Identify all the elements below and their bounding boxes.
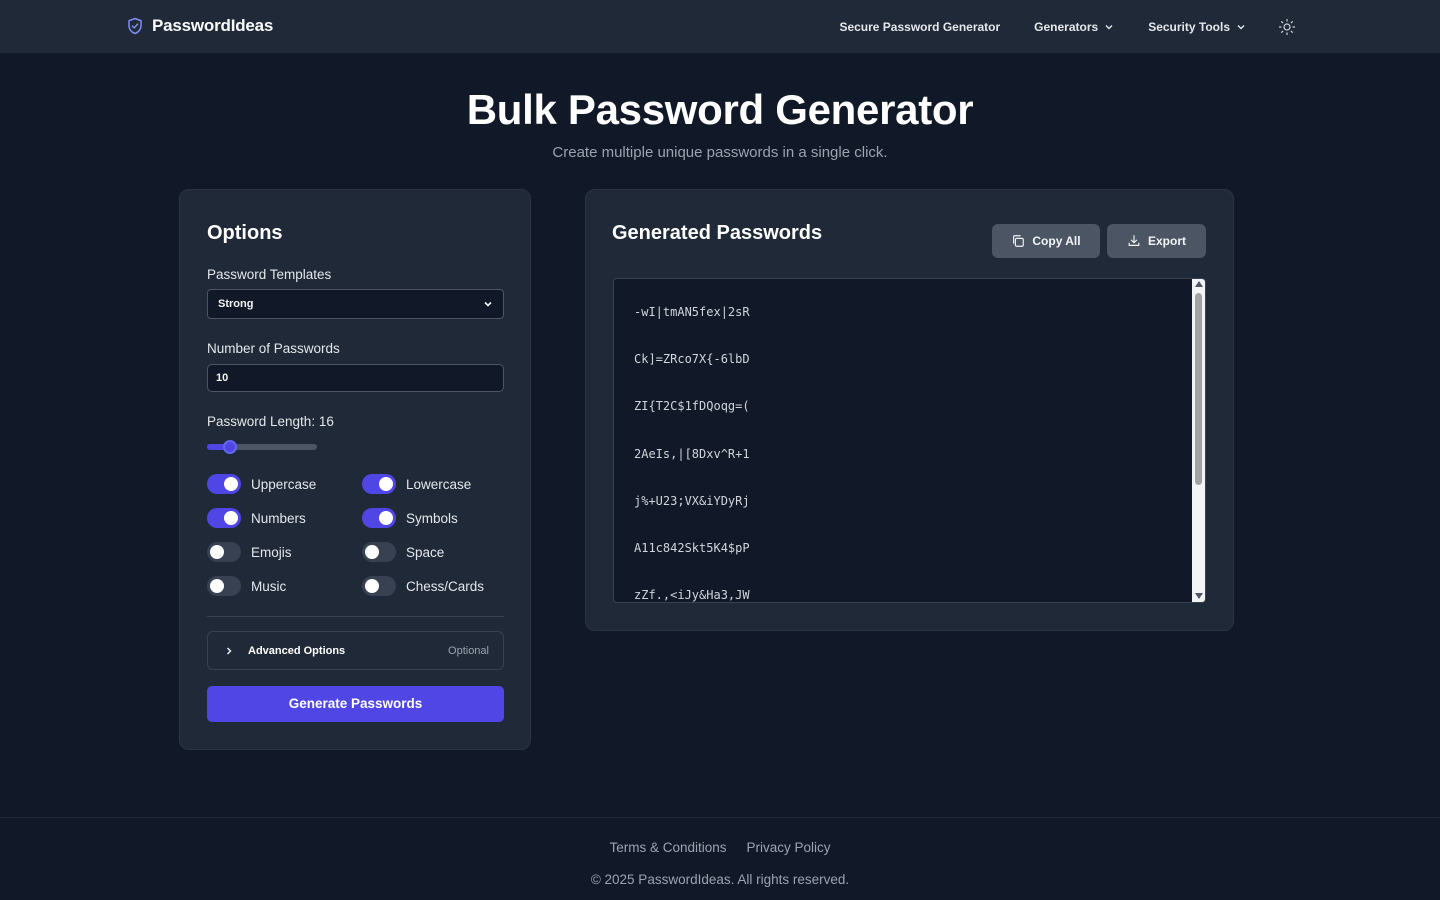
scroll-down-arrow[interactable] <box>1194 593 1203 599</box>
toggle-lowercase[interactable]: Lowercase <box>362 474 471 494</box>
switch[interactable] <box>362 576 396 596</box>
length-slider-thumb[interactable] <box>223 440 238 454</box>
password-item[interactable]: A11c842Skt5K4$pP <box>634 541 750 588</box>
switch-knob <box>224 477 238 491</box>
switch[interactable] <box>362 508 396 528</box>
advanced-options-toggle[interactable]: Advanced Options Optional <box>207 631 504 670</box>
chevron-down-icon <box>1105 25 1113 30</box>
advanced-options-label: Advanced Options <box>248 644 346 657</box>
password-item[interactable]: 2AeIs,|[8Dxv^R+1 <box>634 447 750 494</box>
divider <box>207 616 504 617</box>
brand-logo[interactable]: PasswordIdeas <box>126 16 273 36</box>
switch-knob <box>365 579 379 593</box>
options-title: Options <box>207 222 283 244</box>
password-count-input[interactable]: 10 <box>207 364 504 392</box>
copy-icon <box>1013 235 1025 247</box>
terms-link[interactable]: Terms & Conditions <box>609 840 726 855</box>
footer: Terms & Conditions Privacy Policy © 2025… <box>0 817 1440 900</box>
switch[interactable] <box>207 474 241 494</box>
brand-name: PasswordIdeas <box>152 16 274 35</box>
export-label: Export <box>1147 234 1186 248</box>
shield-check-icon <box>128 17 142 35</box>
top-navbar: PasswordIdeas Secure Password Generator … <box>0 0 1440 54</box>
download-icon <box>1128 235 1140 246</box>
password-list: -wI|tmAN5fex|2sR Ck]=ZRco7X{-6lbD ZI{T2C… <box>634 305 750 602</box>
toggle-label: Space <box>406 544 445 560</box>
nav-secure-password-generator[interactable]: Secure Password Generator <box>839 20 1000 34</box>
nav-label: Security Tools <box>1148 20 1230 34</box>
scrollbar[interactable] <box>1192 279 1205 602</box>
sun-icon[interactable] <box>1278 18 1296 36</box>
length-slider[interactable] <box>207 440 317 454</box>
copy-all-label: Copy All <box>1032 234 1081 248</box>
chevron-right-icon <box>226 646 232 655</box>
switch-knob <box>210 545 224 559</box>
toggle-label: Music <box>251 578 287 594</box>
footer-links: Terms & Conditions Privacy Policy <box>0 840 1440 855</box>
toggle-music[interactable]: Music <box>207 576 286 596</box>
toggle-chess-cards[interactable]: Chess/Cards <box>362 576 484 596</box>
switch-knob <box>379 477 393 491</box>
password-item[interactable]: ZI{T2C$1fDQoqg=( <box>634 399 750 446</box>
switch[interactable] <box>207 576 241 596</box>
nav-label: Secure Password Generator <box>839 20 1001 34</box>
count-label: Number of Passwords <box>207 341 340 356</box>
toggle-label: Symbols <box>406 510 458 526</box>
generated-passwords-panel: Generated Passwords Copy All Export -wI|… <box>585 189 1234 631</box>
switch-knob <box>224 511 238 525</box>
toggle-label: Emojis <box>251 544 292 560</box>
count-value: 10 <box>216 372 229 384</box>
toggle-numbers[interactable]: Numbers <box>207 508 306 528</box>
toggle-label: Numbers <box>251 510 306 526</box>
toggle-space[interactable]: Space <box>362 542 444 562</box>
copy-all-button[interactable]: Copy All <box>992 224 1100 258</box>
template-value: Strong <box>218 298 254 310</box>
length-label: Password Length: 16 <box>207 414 334 429</box>
scroll-up-arrow[interactable] <box>1194 281 1203 287</box>
switch-knob <box>365 545 379 559</box>
toggle-emojis[interactable]: Emojis <box>207 542 292 562</box>
privacy-link[interactable]: Privacy Policy <box>747 840 831 855</box>
nav-generators-dropdown[interactable]: Generators <box>1034 20 1114 34</box>
page-title: Bulk Password Generator <box>466 86 974 133</box>
main-nav: Secure Password Generator Generators Sec… <box>839 0 1296 54</box>
toggle-label: Lowercase <box>406 476 472 492</box>
scrollbar-thumb[interactable] <box>1195 293 1202 485</box>
chevron-down-icon <box>1237 25 1245 30</box>
template-select[interactable]: Strong <box>207 289 504 319</box>
password-item[interactable]: Ck]=ZRco7X{-6lbD <box>634 352 750 399</box>
nav-label: Generators <box>1034 20 1099 34</box>
copyright: © 2025 PasswordIdeas. All rights reserve… <box>590 872 850 887</box>
switch-knob <box>210 579 224 593</box>
toggle-symbols[interactable]: Symbols <box>362 508 458 528</box>
nav-security-tools-dropdown[interactable]: Security Tools <box>1148 20 1246 34</box>
optional-badge: Optional <box>448 644 489 657</box>
password-item[interactable]: j%+U23;VX&iYDyRj <box>634 494 750 541</box>
generate-passwords-button[interactable]: Generate Passwords <box>207 686 504 722</box>
chevron-down-icon <box>484 301 492 307</box>
toggle-label: Uppercase <box>251 476 317 492</box>
password-item[interactable]: -wI|tmAN5fex|2sR <box>634 305 750 352</box>
template-label: Password Templates <box>207 267 332 282</box>
export-button[interactable]: Export <box>1107 224 1206 258</box>
toggle-label: Chess/Cards <box>406 578 485 594</box>
passwords-output[interactable]: -wI|tmAN5fex|2sR Ck]=ZRco7X{-6lbD ZI{T2C… <box>613 278 1206 603</box>
options-panel: Options Password Templates Strong Number… <box>179 189 531 750</box>
toggle-uppercase[interactable]: Uppercase <box>207 474 316 494</box>
switch[interactable] <box>207 508 241 528</box>
generated-title: Generated Passwords <box>612 222 823 244</box>
switch[interactable] <box>362 474 396 494</box>
switch[interactable] <box>362 542 396 562</box>
switch[interactable] <box>207 542 241 562</box>
switch-knob <box>379 511 393 525</box>
page-subtitle: Create multiple unique passwords in a si… <box>552 144 888 161</box>
password-item[interactable]: zZf.,<iJy&Ha3,JW <box>634 588 750 602</box>
